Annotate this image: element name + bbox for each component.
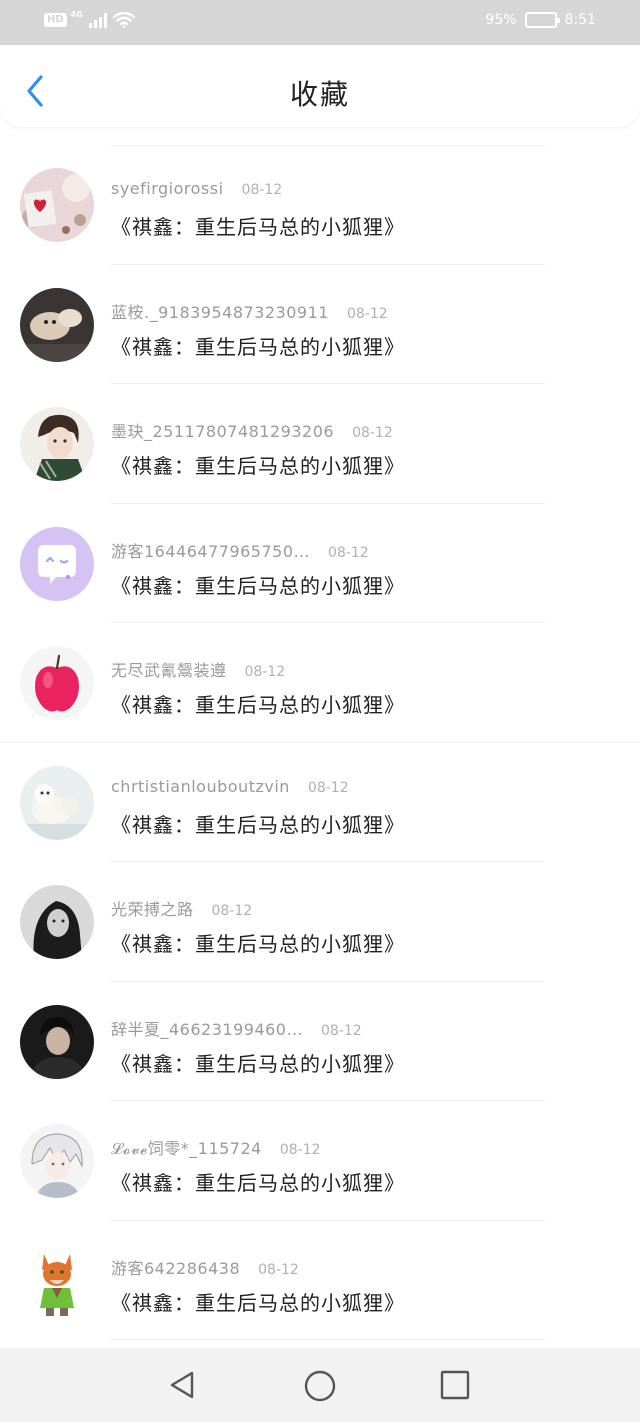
boy-hoodie-avatar-image: [20, 1004, 94, 1079]
story-title[interactable]: 《祺鑫：重生后马总的小狐狸》: [111, 809, 405, 838]
avatar[interactable]: [20, 885, 94, 959]
date: 08-12: [211, 903, 253, 919]
date: 08-12: [320, 1022, 362, 1039]
username[interactable]: 墨玦_25117807481293206: [111, 418, 334, 442]
system-nav-bar: [0, 1348, 640, 1422]
item-meta: 𝓛𝓸𝓿𝓮饲零*_115724 08-12: [111, 1135, 321, 1159]
list-item[interactable]: 𝓛𝓸𝓿𝓮饲零*_115724 08-12 《祺鑫：重生后马总的小狐狸》: [0, 1101, 640, 1221]
wifi-icon: [112, 12, 135, 28]
item-meta: 蓝桉._9183954873230911 08-12: [111, 299, 388, 323]
avatar[interactable]: [20, 168, 94, 242]
story-title[interactable]: 《祺鑫：重生后马总的小狐狸》: [111, 1048, 405, 1077]
nav-back-button[interactable]: [167, 1369, 199, 1401]
favorites-list: syefirgiorossi 08-12 《祺鑫：重生后马总的小狐狸》 蓝桉._…: [0, 145, 640, 1340]
item-meta: chrtistianlouboutzvin 08-12: [111, 777, 349, 796]
avatar[interactable]: [20, 765, 94, 840]
list-item[interactable]: chrtistianlouboutzvin 08-12 《祺鑫：重生后马总的小狐…: [0, 743, 640, 863]
triangle-back-icon: [170, 1371, 194, 1399]
date: 08-12: [328, 544, 369, 561]
date: 08-12: [279, 1142, 321, 1158]
anime-boy-avatar-image: [20, 407, 94, 481]
fox-cartoon-avatar-image: [20, 1243, 94, 1318]
avatar[interactable]: [20, 1124, 94, 1198]
polar-bear-avatar-image: [20, 765, 94, 840]
date: 08-12: [346, 305, 388, 322]
item-meta: 游客16446477965750… 08-12: [111, 538, 369, 562]
avatar[interactable]: [20, 407, 94, 481]
list-item[interactable]: 墨玦_25117807481293206 08-12 《祺鑫：重生后马总的小狐狸…: [0, 384, 640, 504]
signal-icon: [88, 12, 107, 28]
item-meta: 辞半夏_46623199460… 08-12: [111, 1016, 362, 1040]
username[interactable]: 游客642286438: [111, 1255, 240, 1279]
username[interactable]: 光荣搏之路: [111, 896, 194, 920]
battery-icon: [524, 12, 560, 28]
username[interactable]: 辞半夏_46623199460…: [111, 1016, 303, 1040]
circle-home-icon: [304, 1370, 336, 1402]
header: 收藏: [0, 45, 640, 127]
username[interactable]: syefirgiorossi: [111, 179, 224, 198]
username[interactable]: 游客16446477965750…: [111, 538, 310, 562]
username[interactable]: chrtistianlouboutzvin: [111, 777, 290, 796]
square-recent-icon: [440, 1370, 470, 1400]
avatar[interactable]: [20, 1243, 94, 1318]
item-meta: 光荣搏之路 08-12: [111, 896, 252, 920]
avatar[interactable]: [20, 526, 94, 601]
list-item[interactable]: 无尽武氰鬶装遵 08-12 《祺鑫：重生后马总的小狐狸》: [0, 623, 640, 743]
date: 08-12: [244, 664, 286, 680]
username[interactable]: 𝓛𝓸𝓿𝓮饲零*_115724: [111, 1135, 262, 1159]
network-type: 4G: [70, 9, 83, 19]
story-title[interactable]: 《祺鑫：重生后马总的小狐狸》: [111, 689, 405, 718]
story-title[interactable]: 《祺鑫：重生后马总的小狐狸》: [111, 450, 405, 479]
clock: 8:51: [564, 12, 596, 28]
item-meta: 墨玦_25117807481293206 08-12: [111, 418, 393, 442]
item-meta: syefirgiorossi 08-12: [111, 179, 282, 198]
hd-badge: HD: [44, 13, 67, 27]
item-meta: 无尽武氰鬶装遵 08-12: [111, 657, 285, 681]
list-item[interactable]: 光荣搏之路 08-12 《祺鑫：重生后马总的小狐狸》: [0, 862, 640, 982]
date: 08-12: [352, 425, 393, 441]
username[interactable]: 无尽武氰鬶装遵: [111, 657, 227, 681]
status-indicators: HD 4G: [44, 9, 135, 28]
avatar[interactable]: [20, 1004, 94, 1079]
pets-avatar-image: [20, 287, 94, 362]
heart-avatar-image: [20, 168, 94, 242]
status-right: 95% 8:51: [485, 12, 596, 28]
list-item[interactable]: 蓝桉._9183954873230911 08-12 《祺鑫：重生后马总的小狐狸…: [0, 265, 640, 385]
avatar[interactable]: [20, 287, 94, 362]
date: 08-12: [258, 1261, 299, 1278]
nav-recent-button[interactable]: [439, 1369, 471, 1401]
story-title[interactable]: 《祺鑫：重生后马总的小狐狸》: [111, 211, 405, 240]
item-meta: 游客642286438 08-12: [111, 1255, 299, 1279]
apple-avatar-image: [20, 646, 94, 720]
story-title[interactable]: 《祺鑫：重生后马总的小狐狸》: [111, 928, 405, 957]
chat-bubble-avatar-image: [20, 526, 94, 601]
story-title[interactable]: 《祺鑫：重生后马总的小狐狸》: [111, 570, 405, 599]
nav-home-button[interactable]: [303, 1369, 336, 1402]
story-title[interactable]: 《祺鑫：重生后马总的小狐狸》: [111, 1287, 405, 1316]
date: 08-12: [307, 779, 349, 796]
status-bar: HD 4G 95% 8:51: [0, 0, 640, 45]
list-item[interactable]: syefirgiorossi 08-12 《祺鑫：重生后马总的小狐狸》: [0, 145, 640, 265]
bw-portrait-avatar-image: [20, 885, 94, 959]
white-hair-anime-avatar-image: [20, 1124, 94, 1198]
battery-percent: 95%: [485, 12, 517, 28]
story-title[interactable]: 《祺鑫：重生后马总的小狐狸》: [111, 1167, 405, 1196]
avatar[interactable]: [20, 646, 94, 720]
list-item[interactable]: 游客16446477965750… 08-12 《祺鑫：重生后马总的小狐狸》: [0, 504, 640, 624]
username[interactable]: 蓝桉._9183954873230911: [111, 299, 329, 323]
page-title: 收藏: [289, 78, 350, 111]
story-title[interactable]: 《祺鑫：重生后马总的小狐狸》: [111, 331, 405, 360]
date: 08-12: [241, 182, 283, 198]
list-item[interactable]: 辞半夏_46623199460… 08-12 《祺鑫：重生后马总的小狐狸》: [0, 982, 640, 1102]
list-item[interactable]: 游客642286438 08-12 《祺鑫：重生后马总的小狐狸》: [0, 1221, 640, 1341]
